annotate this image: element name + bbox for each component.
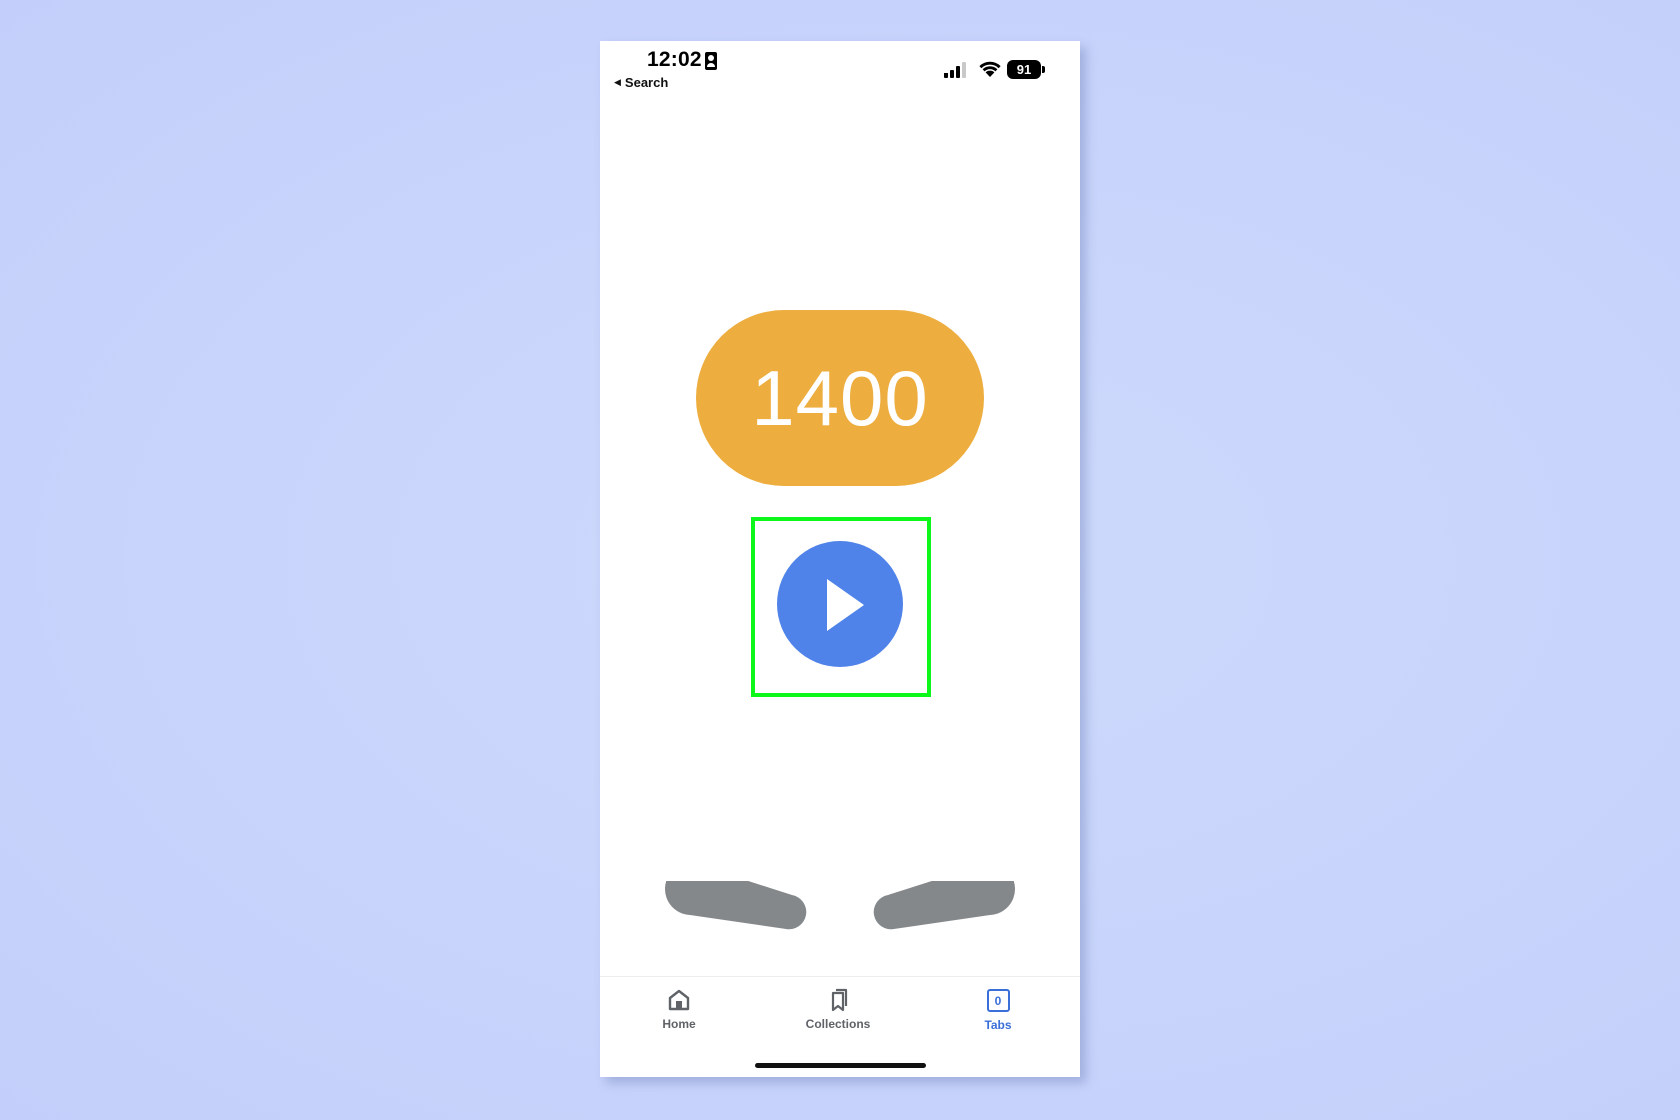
back-to-search-link[interactable]: ◀ Search — [614, 75, 668, 90]
person-badge-icon — [705, 52, 717, 70]
nav-home-label: Home — [662, 1017, 696, 1031]
tabs-icon: 0 — [986, 989, 1010, 1012]
phone-screen: 12:02 ◀ Search 91 1400 Home Collections … — [600, 41, 1080, 1077]
battery-tip — [1042, 66, 1045, 73]
left-flipper[interactable] — [665, 881, 807, 930]
nav-tabs-label: Tabs — [984, 1018, 1012, 1032]
nav-collections[interactable]: Collections — [783, 987, 893, 1031]
score-display: 1400 — [696, 310, 984, 486]
cellular-signal-icon — [944, 62, 966, 78]
play-button[interactable] — [777, 541, 903, 667]
bookmarks-icon — [831, 988, 848, 1012]
nav-collections-label: Collections — [805, 1017, 871, 1031]
status-time: 12:02 — [647, 48, 702, 71]
bottom-nav: Home Collections 0 Tabs — [600, 976, 1080, 1077]
flippers — [665, 881, 1015, 930]
tabs-count: 0 — [994, 993, 1002, 1008]
battery-level: 91 — [1016, 62, 1032, 77]
nav-tabs[interactable]: 0 Tabs — [943, 987, 1053, 1032]
home-indicator[interactable] — [755, 1063, 926, 1068]
back-arrow-icon: ◀ — [614, 77, 621, 87]
nav-home[interactable]: Home — [624, 987, 734, 1031]
wifi-icon — [979, 61, 1001, 77]
play-icon — [827, 579, 864, 631]
back-link-label: Search — [624, 75, 669, 90]
right-flipper[interactable] — [873, 881, 1015, 930]
battery-icon: 91 — [1007, 60, 1041, 79]
home-icon — [668, 989, 690, 1011]
